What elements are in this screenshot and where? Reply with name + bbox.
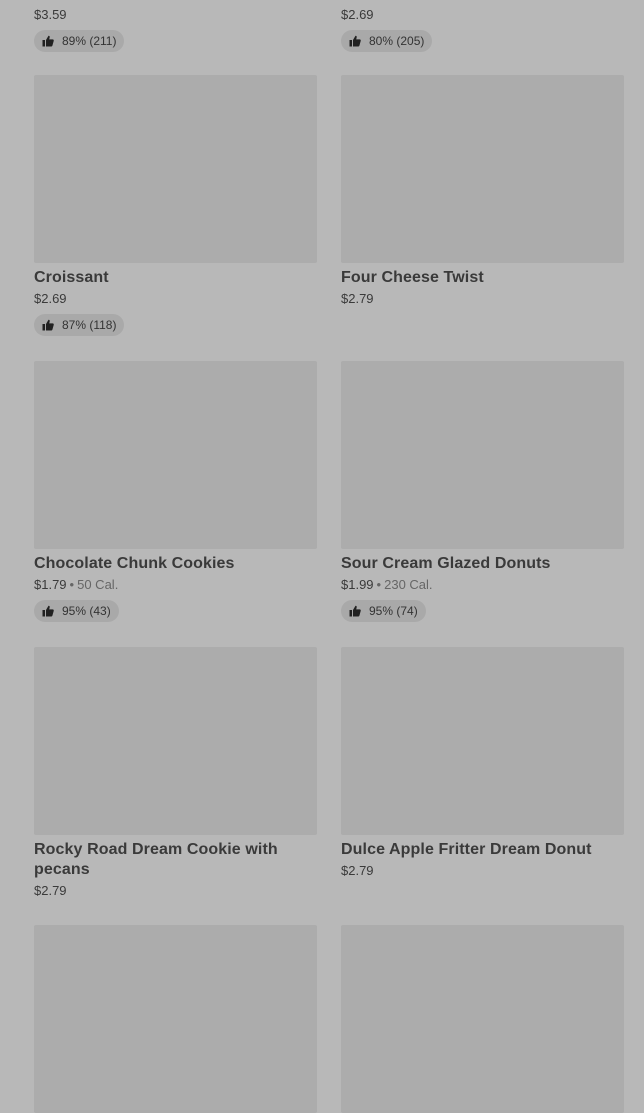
item-image[interactable]: [341, 75, 624, 263]
thumbs-up-icon: [349, 605, 361, 617]
rating-badge: 95% (43): [34, 600, 119, 622]
item-image[interactable]: [34, 647, 317, 835]
separator-dot: •: [69, 577, 75, 592]
item-price-line: $3.59: [34, 6, 317, 24]
thumbs-up-icon: [42, 319, 54, 331]
rating-badge: 80% (205): [341, 30, 433, 52]
rating-text: 95% (74): [369, 604, 418, 618]
item-name: Croissant: [34, 269, 109, 286]
item-image[interactable]: [34, 925, 317, 1113]
menu-item-card[interactable]: Dulce Apple Fritter Dream Donut $2.79: [341, 647, 624, 880]
item-image[interactable]: [341, 647, 624, 835]
menu-item-card[interactable]: Croissant $2.69 87% (118): [34, 75, 317, 336]
item-price-line: $2.69: [34, 290, 317, 308]
thumbs-up-icon: [349, 35, 361, 47]
rating-text: 89% (211): [62, 34, 117, 48]
item-price-line: $2.79: [34, 882, 317, 900]
rating-text: 95% (43): [62, 604, 111, 618]
menu-item-card[interactable]: Rocky Road Dream Cookie with pecans $2.7…: [34, 647, 317, 900]
rating-badge: 89% (211): [34, 30, 125, 52]
item-price: $2.79: [34, 883, 67, 898]
item-name: Dulce Apple Fritter Dream Donut: [341, 841, 592, 858]
menu-item-card[interactable]: [34, 925, 317, 1113]
item-name: Four Cheese Twist: [341, 269, 484, 286]
item-name: Chocolate Chunk Cookies: [34, 555, 235, 572]
item-price: $2.69: [34, 291, 67, 306]
item-image[interactable]: [34, 361, 317, 549]
rating-text: 80% (205): [369, 34, 425, 48]
item-image[interactable]: [341, 361, 624, 549]
item-image[interactable]: [34, 75, 317, 263]
rating-badge: 95% (74): [341, 600, 426, 622]
item-calories: 50 Cal.: [77, 577, 119, 592]
item-price-line: $2.69: [341, 6, 624, 24]
menu-item-card[interactable]: $2.69 80% (205): [341, 6, 624, 52]
rating-text: 87% (118): [62, 318, 117, 332]
item-calories: 230 Cal.: [384, 577, 433, 592]
item-image[interactable]: [341, 925, 624, 1113]
thumbs-up-icon: [42, 35, 54, 47]
separator-dot: •: [376, 577, 382, 592]
item-price: $1.99: [341, 577, 374, 592]
item-price-line: $2.79: [341, 290, 624, 308]
menu-item-card[interactable]: Sour Cream Glazed Donuts $1.99 • 230 Cal. …: [341, 361, 624, 622]
item-price: $2.79: [341, 291, 374, 306]
item-price: $1.79: [34, 577, 67, 592]
menu-item-card[interactable]: Four Cheese Twist $2.79: [341, 75, 624, 308]
menu-item-card[interactable]: [341, 925, 624, 1113]
item-name: Rocky Road Dream Cookie with pecans: [34, 841, 278, 878]
thumbs-up-icon: [42, 605, 54, 617]
menu-item-card[interactable]: Chocolate Chunk Cookies $1.79 • 50 Cal. 95…: [34, 361, 317, 622]
item-name: Sour Cream Glazed Donuts: [341, 555, 551, 572]
menu-item-card[interactable]: $3.59 89% (211): [34, 6, 317, 52]
rating-badge: 87% (118): [34, 314, 125, 336]
item-price: $3.59: [34, 7, 67, 22]
item-price-line: $2.79: [341, 862, 624, 880]
item-price-line: $1.79 • 50 Cal.: [34, 576, 317, 594]
item-price-line: $1.99 • 230 Cal.: [341, 576, 624, 594]
item-price: $2.79: [341, 863, 374, 878]
item-price: $2.69: [341, 7, 374, 22]
